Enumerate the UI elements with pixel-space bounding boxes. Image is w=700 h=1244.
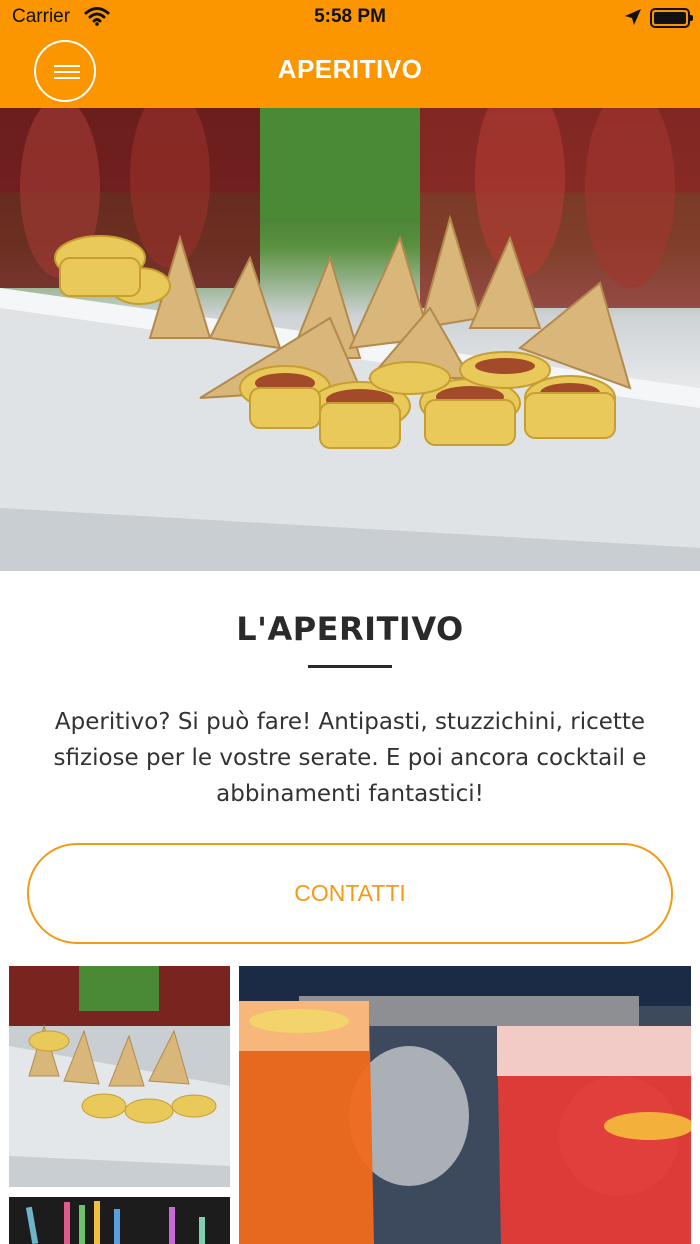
location-arrow-icon	[624, 8, 642, 30]
status-time: 5:58 PM	[314, 6, 386, 27]
status-bar: Carrier 5:58 PM	[0, 0, 700, 36]
contact-button[interactable]: CONTATTI	[27, 843, 673, 944]
gallery-image-cocktails[interactable]	[239, 966, 691, 1244]
section-heading: L'APERITIVO	[236, 610, 464, 648]
battery-icon	[650, 8, 693, 28]
top-bar: Carrier 5:58 PM APERITIVO	[0, 0, 700, 108]
gallery-image-straws[interactable]	[9, 1197, 230, 1244]
heading-divider	[308, 665, 392, 668]
nav-title: APERITIVO	[277, 54, 423, 84]
gallery-image-appetizers[interactable]	[9, 966, 230, 1187]
hero-image	[0, 108, 700, 571]
section-description: Aperitivo? Si può fare! Antipasti, stuzz…	[53, 709, 647, 807]
